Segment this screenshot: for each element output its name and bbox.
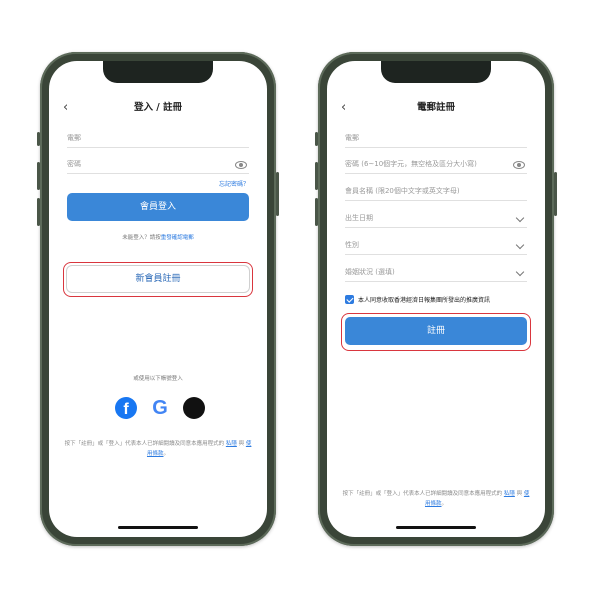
notch	[103, 61, 213, 83]
power-button	[554, 172, 557, 216]
new-member-register-button[interactable]: 新會員註冊	[67, 266, 249, 292]
eye-icon[interactable]	[235, 161, 247, 169]
chevron-down-icon	[515, 240, 525, 250]
volume-down-button	[37, 198, 40, 226]
gender-placeholder: 性別	[345, 241, 359, 249]
volume-down-button	[315, 198, 318, 226]
mute-switch	[37, 132, 40, 146]
phone-frame-left: ‹ 登入 / 註冊 電郵 密碼 忘記密碼？ 會員登入 未能登入？請按重發確認電郵…	[37, 52, 279, 546]
consent-checkbox[interactable]	[345, 295, 354, 304]
marital-status-select[interactable]: 婚姻狀況 (選填)	[345, 259, 527, 282]
home-indicator	[118, 526, 198, 529]
facebook-icon[interactable]: f	[115, 397, 137, 419]
chevron-down-icon	[515, 267, 525, 277]
password-field[interactable]: 密碼	[67, 151, 249, 174]
power-button	[276, 172, 279, 216]
verify-note-text: 未能登入？請按	[122, 235, 161, 241]
chevron-down-icon	[515, 213, 525, 223]
privacy-link[interactable]: 私隱	[226, 441, 237, 447]
email-placeholder: 電郵	[345, 134, 359, 142]
forgot-password-link[interactable]: 忘記密碼？	[219, 179, 249, 188]
dob-select[interactable]: 出生日期	[345, 205, 527, 228]
member-name-placeholder: 會員名稱 (限20個中文字或英文字母)	[345, 187, 460, 195]
consent-label: 本人同意收取香港經濟日報集團所發出的推廣資訊	[358, 297, 491, 304]
register-button[interactable]: 註冊	[345, 317, 527, 345]
password-field[interactable]: 密碼 (6~10個字元，無空格及區分大小寫)	[345, 151, 527, 174]
login-button[interactable]: 會員登入	[67, 193, 249, 221]
password-placeholder: 密碼	[67, 160, 81, 168]
terms-text: 按下「註冊」或「登入」代表本人已詳細閱讀及同意本應用程式的 私隱 與 使用條款。	[63, 439, 253, 459]
terms-end: 。	[163, 451, 170, 457]
password-placeholder: 密碼 (6~10個字元，無空格及區分大小寫)	[345, 160, 477, 168]
register-screen: ‹ 電郵註冊 電郵 密碼 (6~10個字元，無空格及區分大小寫) 會員名稱 (限…	[327, 61, 545, 537]
phone-placeholder: 電郵	[67, 134, 81, 142]
phone-field[interactable]: 電郵	[67, 125, 249, 148]
social-prompt: 或使用以下帳號登入	[133, 376, 183, 382]
terms-body: 按下「註冊」或「登入」代表本人已詳細閱讀及同意本應用程式的	[64, 441, 225, 447]
login-screen: ‹ 登入 / 註冊 電郵 密碼 忘記密碼？ 會員登入 未能登入？請按重發確認電郵…	[49, 61, 267, 537]
gender-select[interactable]: 性別	[345, 232, 527, 255]
member-name-field[interactable]: 會員名稱 (限20個中文字或英文字母)	[345, 178, 527, 201]
terms-and: 與	[516, 491, 523, 497]
privacy-link[interactable]: 私隱	[504, 491, 515, 497]
google-icon[interactable]: G	[149, 397, 171, 419]
email-field[interactable]: 電郵	[345, 125, 527, 148]
eye-icon[interactable]	[513, 161, 525, 169]
mute-switch	[315, 132, 318, 146]
notch	[381, 61, 491, 83]
terms-and: 與	[238, 441, 245, 447]
terms-end: 。	[441, 501, 448, 507]
home-indicator	[396, 526, 476, 529]
apple-icon[interactable]	[183, 397, 205, 419]
dob-placeholder: 出生日期	[345, 214, 373, 222]
page-title: 電郵註冊	[416, 102, 455, 113]
page-title: 登入 / 註冊	[133, 102, 183, 113]
marital-placeholder: 婚姻狀況 (選填)	[345, 268, 395, 276]
resend-verification-link[interactable]: 重發確認電郵	[161, 235, 194, 241]
verify-note: 未能登入？請按重發確認電郵	[49, 233, 267, 241]
consent-row[interactable]: 本人同意收取香港經濟日報集團所發出的推廣資訊	[345, 294, 531, 306]
volume-up-button	[37, 162, 40, 190]
terms-body: 按下「註冊」或「登入」代表本人已詳細閱讀及同意本應用程式的	[342, 491, 503, 497]
terms-text: 按下「註冊」或「登入」代表本人已詳細閱讀及同意本應用程式的 私隱 與 使用條款。	[341, 489, 531, 509]
volume-up-button	[315, 162, 318, 190]
phone-frame-right: ‹ 電郵註冊 電郵 密碼 (6~10個字元，無空格及區分大小寫) 會員名稱 (限…	[315, 52, 557, 546]
